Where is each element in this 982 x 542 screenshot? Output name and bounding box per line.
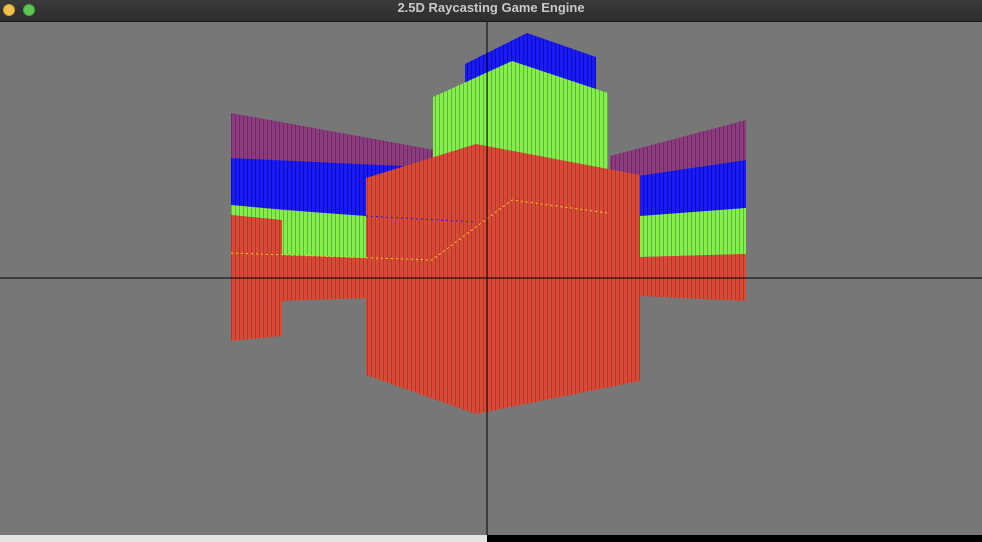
game-viewport[interactable] (0, 22, 982, 542)
wall-right-green (640, 208, 746, 257)
tower-red-right-face (476, 144, 640, 414)
window-title: 2.5D Raycasting Game Engine (397, 0, 585, 15)
window-titlebar: 2.5D Raycasting Game Engine (0, 0, 982, 22)
tower-red-left-face (366, 144, 476, 414)
bottom-strip (0, 535, 982, 542)
bottom-strip-right (487, 535, 982, 542)
bottom-strip-left (0, 535, 487, 542)
wall-left-green (282, 210, 366, 258)
